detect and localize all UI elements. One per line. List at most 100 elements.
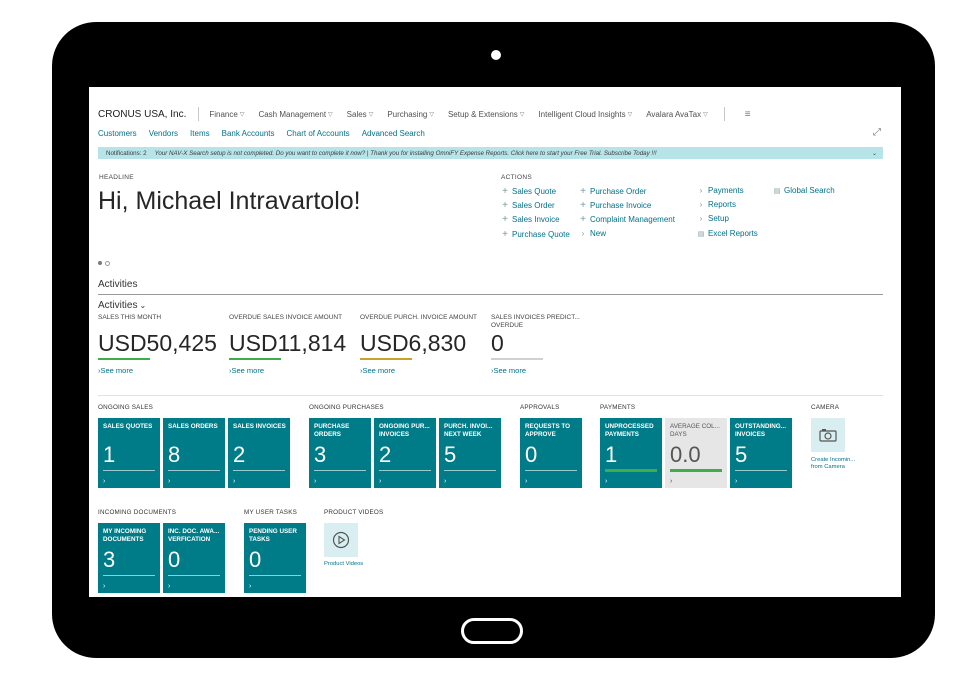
tile-inc-doc-verification[interactable]: INC. DOC. AWA... VERFICATION 0 › (163, 523, 225, 593)
tablet-home-button[interactable] (461, 618, 523, 644)
see-more-link[interactable]: ›See more (229, 366, 349, 375)
tile-label: PURCHASE ORDERS (314, 423, 350, 438)
chevron-down-icon[interactable]: ⌄ (872, 150, 877, 157)
kpi-status-bar (229, 358, 281, 360)
link-customers[interactable]: Customers (98, 129, 137, 138)
chevron-right-icon: › (168, 478, 171, 485)
activities-group-toggle[interactable]: Activities ⌄ (98, 300, 146, 311)
notification-text[interactable]: Your NAV-X Search setup is not completed… (155, 150, 657, 157)
see-more-link[interactable]: ›See more (360, 366, 480, 375)
tile-camera[interactable] (811, 418, 845, 452)
action-reports[interactable]: › Reports (697, 200, 736, 209)
action-new[interactable]: › New (579, 229, 606, 238)
action-sales-quote[interactable]: + Sales Quote (501, 186, 556, 197)
camera-tile-caption[interactable]: Create Incomin... from Camera (811, 457, 855, 471)
headline-label: HEADLINE (99, 174, 134, 181)
notification-bar[interactable]: Notifications: 2 Your NAV-X Search setup… (98, 147, 883, 159)
kpi-value[interactable]: USD11,814 (229, 330, 349, 357)
link-items[interactable]: Items (190, 129, 210, 138)
tile-value: 3 (103, 547, 116, 572)
kpi-overdue-sales-invoice[interactable]: OVERDUE SALES INVOICE AMOUNT USD11,814 ›… (229, 314, 349, 375)
kpi-sales-this-month[interactable]: SALES THIS MONTH USD50,425 ›See more (98, 314, 218, 375)
tile-ongoing-purch-invoices[interactable]: ONGOING PUR... INVOICES 2 › (374, 418, 436, 488)
hamburger-menu-icon[interactable]: ≡ (745, 109, 751, 120)
kpi-value[interactable]: USD6,830 (360, 330, 480, 357)
menu-label: Cash Management (258, 109, 327, 119)
action-sales-invoice[interactable]: + Sales Invoice (501, 214, 560, 225)
see-more-label: See more (100, 366, 134, 375)
chevron-down-icon: ▽ (239, 111, 245, 118)
chevron-right-icon: › (670, 478, 673, 485)
tile-value: 2 (233, 442, 246, 467)
tile-product-videos[interactable] (324, 523, 358, 557)
chevron-down-icon: ▽ (368, 111, 374, 118)
menu-sales[interactable]: Sales ▽ (347, 110, 374, 119)
chevron-right-icon: › (699, 186, 703, 195)
tile-divider (444, 470, 496, 471)
plus-icon: + (580, 200, 586, 211)
tile-sales-quotes[interactable]: SALES QUOTES 1 › (98, 418, 160, 488)
chevron-right-icon: › (379, 478, 382, 485)
menu-label: Purchasing (387, 109, 428, 119)
action-purchase-order[interactable]: + Purchase Order (579, 186, 646, 197)
link-vendors[interactable]: Vendors (149, 129, 178, 138)
plus-icon: + (502, 214, 508, 225)
company-name[interactable]: CRONUS USA, Inc. (98, 109, 186, 120)
link-bank-accounts[interactable]: Bank Accounts (222, 129, 275, 138)
link-advanced-search[interactable]: Advanced Search (362, 129, 425, 138)
product-videos-caption[interactable]: Product Videos (324, 561, 363, 568)
tile-purchase-orders[interactable]: PURCHASE ORDERS 3 › (309, 418, 371, 488)
menu-cash-management[interactable]: Cash Management ▽ (258, 110, 332, 119)
tile-average-collection-days[interactable]: AVERAGE COL... DAYS 0.0 › (665, 418, 727, 488)
tile-label: PURCH. INVOI... NEXT WEEK (444, 423, 493, 438)
group-incoming-documents: INCOMING DOCUMENTS (98, 509, 177, 516)
kpi-value[interactable]: USD50,425 (98, 330, 218, 357)
menu-avalara-avatax[interactable]: Avalara AvaTax ▽ (646, 110, 707, 119)
tile-purch-invoices-next-week[interactable]: PURCH. INVOI... NEXT WEEK 5 › (439, 418, 501, 488)
tile-value: 8 (168, 442, 181, 467)
action-global-search[interactable]: ▤ Global Search (773, 186, 835, 195)
kpi-label: OVERDUE PURCH. INVOICE AMOUNT (360, 314, 478, 321)
chevron-right-icon: › (444, 478, 447, 485)
menu-label: Avalara AvaTax (646, 109, 702, 119)
tile-pending-user-tasks[interactable]: PENDING USER TASKS 0 › (244, 523, 306, 593)
tile-sales-invoices[interactable]: SALES INVOICES 2 › (228, 418, 290, 488)
action-label: Payments (708, 186, 744, 195)
play-icon (332, 531, 350, 549)
see-more-link[interactable]: ›See more (491, 366, 611, 375)
tile-value: 3 (314, 442, 327, 467)
action-label: Sales Order (512, 201, 555, 210)
action-sales-order[interactable]: + Sales Order (501, 200, 555, 211)
action-purchase-invoice[interactable]: + Purchase Invoice (579, 200, 651, 211)
action-setup[interactable]: › Setup (697, 214, 729, 223)
menu-finance[interactable]: Finance ▽ (209, 110, 244, 119)
menu-purchasing[interactable]: Purchasing ▽ (387, 110, 434, 119)
pager-dot[interactable] (105, 261, 110, 266)
kpi-sales-invoices-predicted-overdue[interactable]: SALES INVOICES PREDICT... OVERDUE 0 ›See… (491, 314, 611, 375)
chevron-right-icon: › (581, 229, 585, 238)
group-product-videos: PRODUCT VIDEOS (324, 509, 384, 516)
tile-unprocessed-payments[interactable]: UNPROCESSED PAYMENTS 1 › (600, 418, 662, 488)
plus-icon: + (580, 214, 586, 225)
pager-dot-active[interactable] (98, 261, 102, 265)
camera-icon (819, 429, 837, 442)
tile-my-incoming-documents[interactable]: MY INCOMING DOCUMENTS 3 › (98, 523, 160, 593)
headline-pager[interactable] (98, 261, 113, 266)
tile-requests-to-approve[interactable]: REQUESTS TO APPROVE 0 › (520, 418, 582, 488)
plus-icon: + (502, 200, 508, 211)
kpi-value[interactable]: 0 (491, 330, 611, 357)
link-chart-of-accounts[interactable]: Chart of Accounts (287, 129, 350, 138)
menu-intelligent-cloud-insights[interactable]: Intelligent Cloud Insights ▽ (538, 110, 632, 119)
navigation-links: Customers Vendors Items Bank Accounts Ch… (98, 129, 437, 138)
kpi-overdue-purch-invoice[interactable]: OVERDUE PURCH. INVOICE AMOUNT USD6,830 ›… (360, 314, 480, 375)
menu-setup-extensions[interactable]: Setup & Extensions ▽ (448, 110, 524, 119)
action-payments[interactable]: › Payments (697, 186, 744, 195)
tile-sales-orders[interactable]: SALES ORDERS 8 › (163, 418, 225, 488)
action-complaint-management[interactable]: + Complaint Management (579, 214, 675, 225)
action-purchase-quote[interactable]: + Purchase Quote (501, 229, 570, 240)
see-more-link[interactable]: ›See more (98, 366, 218, 375)
activities-group-label: Activities (98, 300, 138, 311)
action-excel-reports[interactable]: ▤ Excel Reports (697, 229, 758, 238)
expand-icon[interactable]: ⤢ (873, 127, 881, 138)
tile-outstanding-invoices[interactable]: OUTSTANDING... INVOICES 5 › (730, 418, 792, 488)
